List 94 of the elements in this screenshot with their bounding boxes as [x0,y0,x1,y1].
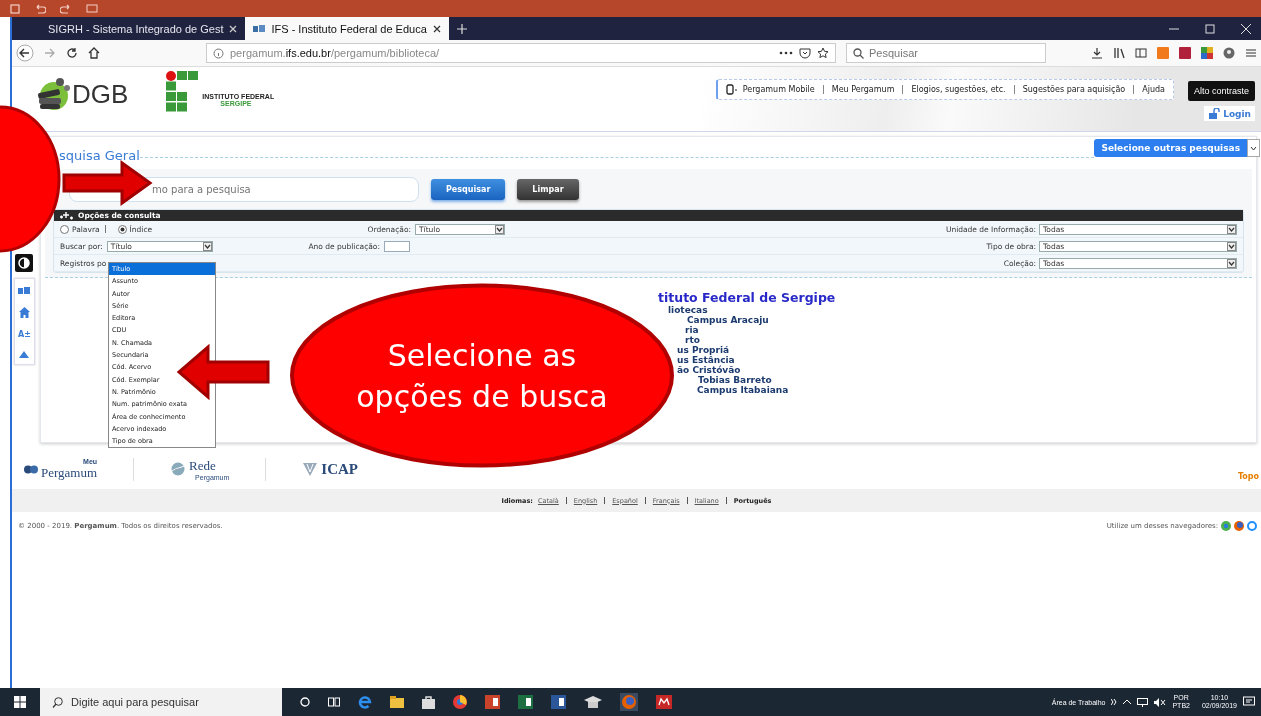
chevron-double-right-icon[interactable] [1111,699,1118,705]
spreadsheet-app-icon[interactable] [518,695,533,709]
chevron-down-icon [1227,224,1236,234]
chevron-up-icon[interactable] [1123,699,1132,705]
library-link[interactable]: ria [685,325,699,335]
network-icon[interactable] [1137,697,1149,707]
header-link[interactable]: Sugestões para aquisição [1022,85,1126,94]
circle-icon[interactable] [300,697,310,707]
arrow-left-icon [176,344,270,400]
search-field[interactable]: Pesquisar [846,43,1046,63]
expand-plus-icon [58,211,74,220]
download-icon[interactable] [1091,47,1103,59]
section-title: squisa Geral [59,148,140,163]
redo-icon [60,3,72,14]
browser-tab[interactable]: SIGRH - Sistema Integrado de Gest [40,17,246,40]
maximize-icon[interactable] [1205,23,1215,34]
site-favicon-icon [253,23,266,34]
speaker-muted-icon[interactable] [1154,697,1167,707]
extension-icon[interactable] [1201,47,1213,59]
other-searches-button[interactable]: Selecione outras pesquisas [1094,139,1247,157]
address-bar[interactable]: pergamum.ifs.edu.br/pergamum/biblioteca/ [206,43,836,63]
account-icon[interactable] [1223,47,1235,59]
library-link[interactable]: liotecas [668,305,708,315]
library-link[interactable]: rto [685,335,700,345]
bookmark-star-icon[interactable] [817,47,829,59]
save-icon [10,3,20,14]
padlock-icon [1208,108,1221,119]
m-app-icon[interactable] [656,695,672,709]
library-link[interactable]: Tobias Barreto [698,375,772,385]
library-icon[interactable] [1113,47,1125,59]
library-link[interactable]: ão Cristóvão [677,365,741,375]
radio-button[interactable] [117,224,127,234]
presentation-app-icon[interactable] [485,695,500,709]
header-link[interactable]: Meu Pergamum [831,85,895,94]
logo-text: Rede [189,457,217,474]
chevron-down-icon [1227,258,1236,268]
chevron-down-icon [1250,145,1257,151]
folder-icon[interactable] [390,696,404,708]
library-title: tituto Federal de Sergipe [658,292,836,304]
search-icon [853,47,864,59]
mobile-phone-icon [725,84,738,95]
fox-browser-icon[interactable] [620,693,638,711]
document-app-icon[interactable] [551,695,566,709]
notification-icon[interactable] [1243,696,1255,708]
login-link[interactable]: Login [1204,106,1255,121]
up-arrow-icon[interactable] [19,351,30,358]
logo-text: Pergamum [41,464,98,481]
shopping-bag-icon[interactable] [422,695,435,709]
menu-icon[interactable] [1245,47,1257,59]
pocket-icon[interactable] [799,47,811,59]
people-logo-icon [24,464,38,474]
letter-e-icon[interactable] [358,695,372,709]
search-button[interactable]: Pesquisar [431,178,506,200]
institute-logo-icon [166,71,199,113]
year-input[interactable] [384,240,410,252]
contrast-button[interactable]: Alto contraste [1187,81,1255,101]
library-link[interactable]: us Estância [677,355,735,365]
dropdown-toggle[interactable] [1247,139,1260,157]
url-text: pergamum.ifs.edu.br/pergamum/biblioteca/ [230,47,440,59]
active-tab[interactable]: IFS - Instituto Federal de Educa [245,17,449,40]
callout-text: Selecione as opções de busca [355,336,609,416]
slideshow-icon [86,3,98,14]
library-logo-icon[interactable] [18,285,31,295]
header-link[interactable]: Pergamum Mobile [742,85,815,94]
dgb-logo-text: DGB [72,78,129,110]
windows-logo-icon[interactable] [14,696,26,708]
search-icon [52,696,63,708]
close-icon[interactable] [432,24,441,33]
shield-logo-icon [302,461,319,477]
contrast-icon[interactable] [15,254,34,272]
round-app-icon[interactable] [453,695,467,709]
info-icon [213,47,224,59]
taskbar-search-field[interactable]: Digite aqui para pesquisar [40,688,282,716]
more-icon[interactable] [779,50,793,56]
chevron-down-icon [1227,241,1236,251]
library-link[interactable]: us Propriá [677,345,730,355]
font-size-button[interactable]: A± [18,330,31,339]
radio-button[interactable] [60,224,69,234]
globe-logo-icon [170,462,187,476]
library-link[interactable]: Campus Aracaju [687,315,769,325]
chevron-down-icon [495,224,504,234]
header-link[interactable]: Ajuda [1142,85,1165,94]
back-icon[interactable] [16,44,34,62]
clear-button[interactable]: Limpar [517,178,579,200]
new-tab-icon[interactable] [456,23,467,34]
header-link[interactable]: Elogios, sugestões, etc. [911,85,1006,94]
icap-logo-text: ICAP [321,460,358,478]
library-link[interactable]: Campus Itabaiana [697,385,789,395]
undo-icon [34,3,46,14]
reload-icon[interactable] [66,47,78,59]
home-icon[interactable] [88,47,100,59]
chevron-down-icon [202,241,212,251]
task-view-icon[interactable] [328,697,340,707]
sidebar-icon[interactable] [1135,47,1147,59]
